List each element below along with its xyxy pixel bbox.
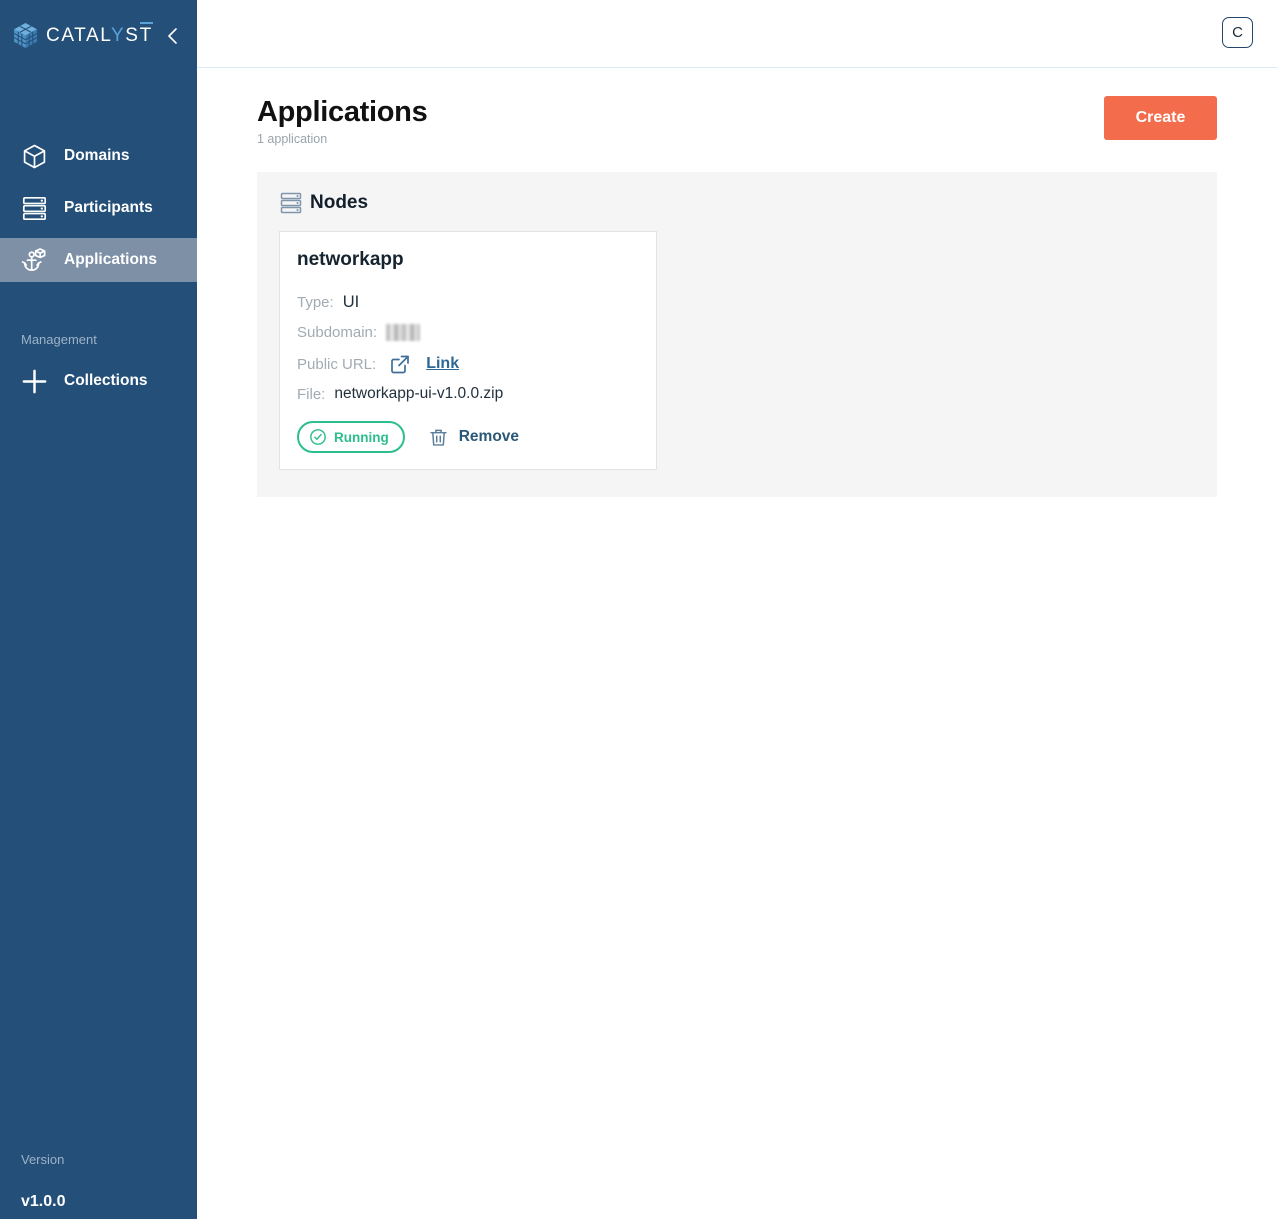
sidebar-collapse-chevron-icon[interactable] <box>163 26 183 46</box>
page-content: Applications 1 application Create Nodes <box>197 96 1277 497</box>
remove-button[interactable]: Remove <box>428 427 519 448</box>
nodes-panel-header: Nodes <box>279 191 1195 215</box>
topbar: C <box>197 0 1277 68</box>
version-label: Version <box>21 1152 65 1167</box>
plus-icon <box>21 368 48 395</box>
sidebar-item-label: Participants <box>64 199 153 217</box>
sidebar-item-applications[interactable]: Applications <box>0 238 197 282</box>
public-url-field: Public URL: Link <box>297 352 639 376</box>
page-title-block: Applications 1 application <box>257 96 427 146</box>
sidebar-section-management: Management <box>21 332 197 347</box>
servers-icon <box>21 195 48 222</box>
version-value: v1.0.0 <box>21 1193 65 1211</box>
nodes-panel: Nodes networkapp Type: UI Subdomain: Pub… <box>257 172 1217 497</box>
sidebar-item-label: Domains <box>64 147 129 165</box>
sidebar-item-collections[interactable]: Collections <box>0 359 197 403</box>
node-name: networkapp <box>297 249 639 271</box>
nodes-servers-icon <box>279 191 303 215</box>
page-header: Applications 1 application Create <box>257 96 1217 146</box>
brand-name: CATALYST <box>46 25 153 47</box>
sidebar-nav: Domains Participants <box>0 134 197 282</box>
status-label: Running <box>334 430 389 445</box>
file-value: networkapp-ui-v1.0.0.zip <box>334 385 503 403</box>
brand-logo: CATALYST <box>0 0 197 49</box>
application-count: 1 application <box>257 132 427 146</box>
sidebar: CATALYST Domains Participants <box>0 0 197 1219</box>
sidebar-item-label: Collections <box>64 372 148 390</box>
nodes-panel-title: Nodes <box>310 192 368 214</box>
sidebar-item-label: Applications <box>64 251 157 269</box>
trash-icon <box>428 427 449 448</box>
catalyst-cube-logo-icon <box>12 22 39 49</box>
page-title: Applications <box>257 96 427 129</box>
public-url-link[interactable]: Link <box>426 355 459 373</box>
file-field: File: networkapp-ui-v1.0.0.zip <box>297 384 639 404</box>
user-avatar-button[interactable]: C <box>1222 17 1253 48</box>
node-card: networkapp Type: UI Subdomain: Public UR… <box>279 231 657 470</box>
check-circle-icon <box>308 427 328 447</box>
main-area: C Applications 1 application Create <box>197 0 1277 1219</box>
external-link-icon[interactable] <box>388 352 412 376</box>
node-card-actions: Running Remove <box>297 421 639 453</box>
sidebar-item-participants[interactable]: Participants <box>0 186 197 230</box>
subdomain-label: Subdomain: <box>297 324 377 341</box>
public-url-label: Public URL: <box>297 356 376 373</box>
type-field: Type: UI <box>297 292 639 312</box>
sidebar-item-domains[interactable]: Domains <box>0 134 197 178</box>
status-badge: Running <box>297 421 405 453</box>
subdomain-field: Subdomain: <box>297 322 639 342</box>
anchor-icon <box>21 247 48 274</box>
subdomain-redacted-value <box>386 324 420 341</box>
sidebar-management-nav: Collections <box>0 359 197 403</box>
sidebar-footer: Version v1.0.0 <box>21 1152 65 1211</box>
type-value: UI <box>343 293 360 312</box>
cube-icon <box>21 143 48 170</box>
remove-label: Remove <box>459 428 519 446</box>
create-button[interactable]: Create <box>1104 96 1217 140</box>
file-label: File: <box>297 386 325 403</box>
type-label: Type: <box>297 294 334 311</box>
